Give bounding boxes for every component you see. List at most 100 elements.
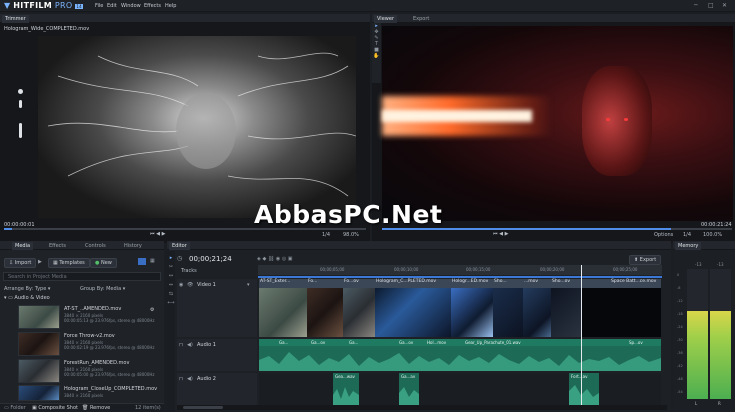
video-clip[interactable]: Fo...: [307, 279, 343, 337]
timeline-scrollbar[interactable]: [177, 405, 667, 410]
viewer-fit[interactable]: 100.0%: [703, 232, 722, 238]
hologram-bar-icon: [19, 100, 22, 108]
viewer-zoom[interactable]: 1/4: [683, 232, 691, 238]
list-item[interactable]: Hologram_CloseUp_COMPLETED.mov 3840 × 21…: [18, 385, 158, 401]
lock-icon[interactable]: ⊓: [179, 342, 183, 348]
play-icon[interactable]: ▶: [162, 231, 166, 237]
arrange-dropdown[interactable]: Arrange By: Type ▾: [4, 286, 50, 292]
visibility-eye-icon[interactable]: ◉: [179, 282, 183, 288]
editor-timecode[interactable]: 00;00;21;24: [189, 255, 232, 263]
folder-icon: ▾ ▭: [4, 295, 15, 301]
import-button[interactable]: ⇩ Import: [4, 258, 37, 268]
tab-media[interactable]: Media: [12, 242, 34, 250]
video-clip[interactable]: Sho...: [493, 279, 523, 337]
hand-tool-icon[interactable]: ✋: [372, 53, 381, 59]
editor-panel: Editor ▸ ✂ ↔ ⇔ ⇆ ⟷ ◷ 00;00;21;24 Tracks …: [167, 241, 671, 412]
viewer-options[interactable]: Options: [654, 232, 673, 238]
export-button[interactable]: ⬆ Export: [629, 255, 662, 265]
viewer-header: Viewer Export: [372, 14, 735, 23]
scroll-thumb[interactable]: [183, 406, 223, 409]
meter-right: [710, 269, 731, 399]
rate-tool-icon[interactable]: ⟷: [167, 300, 175, 306]
slip-tool-icon[interactable]: ↔: [167, 273, 175, 279]
ripple-tool-icon[interactable]: ⇔: [167, 282, 175, 288]
tab-effects[interactable]: Effects: [46, 242, 69, 250]
video-clip[interactable]: Space Batt...ce.mov: [581, 279, 661, 337]
group-dropdown[interactable]: Group By: Media ▾: [80, 286, 125, 292]
video-clip[interactable]: ...mov: [523, 279, 551, 337]
audio-clip[interactable]: Ga...av: [399, 373, 419, 405]
prev-frame-icon[interactable]: ◀: [156, 231, 160, 237]
remove-button[interactable]: 🗑 Remove: [82, 405, 110, 411]
select-tool-icon[interactable]: ▸: [167, 255, 175, 261]
folder-button[interactable]: ▭ Folder: [4, 405, 26, 411]
list-item[interactable]: AT-ST_..AMENDED.mov 3840 × 2160 pixels 0…: [18, 305, 158, 330]
red-eye-icon: [624, 118, 628, 121]
tab-trimmer[interactable]: Trimmer: [2, 15, 29, 23]
snap-icon[interactable]: ◈: [257, 256, 261, 262]
close-icon[interactable]: ✕: [722, 2, 727, 9]
menu-window[interactable]: Window: [121, 3, 141, 9]
play-small-icon[interactable]: ▶: [38, 259, 42, 265]
folder-audio-video[interactable]: ▾ ▭ Audio & Video: [4, 295, 50, 301]
list-item[interactable]: ForestRun_AMENDED.mov 3840 × 2160 pixels…: [18, 359, 158, 384]
menu-file[interactable]: File: [95, 3, 103, 9]
tab-viewer[interactable]: Viewer: [374, 15, 397, 23]
grid-view-icon[interactable]: ▦: [150, 258, 155, 264]
trimmer-zoom[interactable]: 1/4: [322, 232, 330, 238]
viewer-video[interactable]: [382, 26, 733, 221]
play-icon[interactable]: ▶: [505, 231, 509, 237]
step-back-icon[interactable]: ⏮: [150, 231, 155, 237]
menu-effects[interactable]: Effects: [144, 3, 161, 9]
tab-controls[interactable]: Controls: [82, 242, 109, 250]
minimize-icon[interactable]: ─: [694, 2, 698, 9]
prev-frame-icon[interactable]: ◀: [499, 231, 503, 237]
composite-shot-button[interactable]: ▣ Composite Shot: [32, 405, 78, 411]
speaker-icon[interactable]: ◀): [187, 342, 193, 348]
tab-history[interactable]: History: [121, 242, 145, 250]
new-button[interactable]: ● New: [90, 258, 117, 268]
link-icon[interactable]: ⛓: [268, 256, 274, 262]
work-area-bar[interactable]: [258, 276, 662, 278]
trimmer-filename: Hologram_Wide_COMPLETED.mov: [4, 26, 90, 32]
timeline-ruler[interactable]: 00;00;05;00 00;00;10;00 00;00;15;00 00;0…: [258, 265, 662, 275]
add-track-icon[interactable]: ◉: [276, 256, 280, 262]
menu-edit[interactable]: Edit: [107, 3, 117, 9]
step-back-icon[interactable]: ⏮: [493, 231, 498, 237]
audio-clip[interactable]: Gea...wav: [333, 373, 359, 405]
list-item[interactable]: Force Throw-v2.mov 3840 × 2160 pixels 00…: [18, 332, 158, 357]
audio-clip[interactable]: Fort...av: [569, 373, 599, 405]
video-clip[interactable]: Hologr...ED.mov: [451, 279, 493, 337]
mute-icon[interactable]: ◎: [282, 256, 286, 262]
settings-gear-icon[interactable]: ⚙: [150, 307, 154, 313]
video-clip[interactable]: Sho...ov: [551, 279, 581, 337]
video-clip[interactable]: Hologram_C...PLETED.mov: [375, 279, 451, 337]
audio-track-2[interactable]: Gea...wav Ga...av Fort...av: [259, 373, 661, 405]
meter-left-fill: [687, 311, 708, 399]
trimmer-transport: ⏮ ◀ ▶: [150, 231, 165, 237]
lock-icon[interactable]: ▣: [288, 256, 293, 262]
playhead[interactable]: [581, 265, 582, 407]
slice-tool-icon[interactable]: ✂: [167, 264, 175, 270]
tab-editor[interactable]: Editor: [169, 242, 190, 250]
trimmer-fit[interactable]: 98.0%: [343, 232, 359, 238]
speaker-icon[interactable]: ◀): [187, 376, 193, 382]
templates-button[interactable]: ▦ Templates: [48, 258, 90, 268]
media-footer: ▭ Folder ▣ Composite Shot 🗑 Remove 12 it…: [0, 403, 164, 412]
trimmer-header: Trimmer: [0, 14, 370, 23]
roll-tool-icon[interactable]: ⇆: [167, 291, 175, 297]
search-input[interactable]: Search in Project Media: [3, 272, 161, 281]
maximize-icon[interactable]: □: [708, 2, 714, 9]
tab-memory[interactable]: Memory: [675, 242, 702, 250]
list-view-icon[interactable]: [138, 258, 146, 265]
audio-track-1[interactable]: Ga... Ga...ov Ga... Ga...ov Hol...mov Ge…: [259, 339, 661, 371]
eye-icon[interactable]: 👁: [187, 282, 193, 288]
lock-icon[interactable]: ⊓: [179, 376, 183, 382]
trimmer-video[interactable]: [38, 36, 356, 218]
video-clip[interactable]: AT-ST_Exter...: [259, 279, 307, 337]
tab-export[interactable]: Export: [410, 15, 432, 23]
menu-help[interactable]: Help: [165, 3, 176, 9]
video-clip[interactable]: Fo...ov: [343, 279, 375, 337]
marker-icon[interactable]: ◆: [262, 256, 266, 262]
track-menu-icon[interactable]: ▾: [247, 282, 250, 288]
